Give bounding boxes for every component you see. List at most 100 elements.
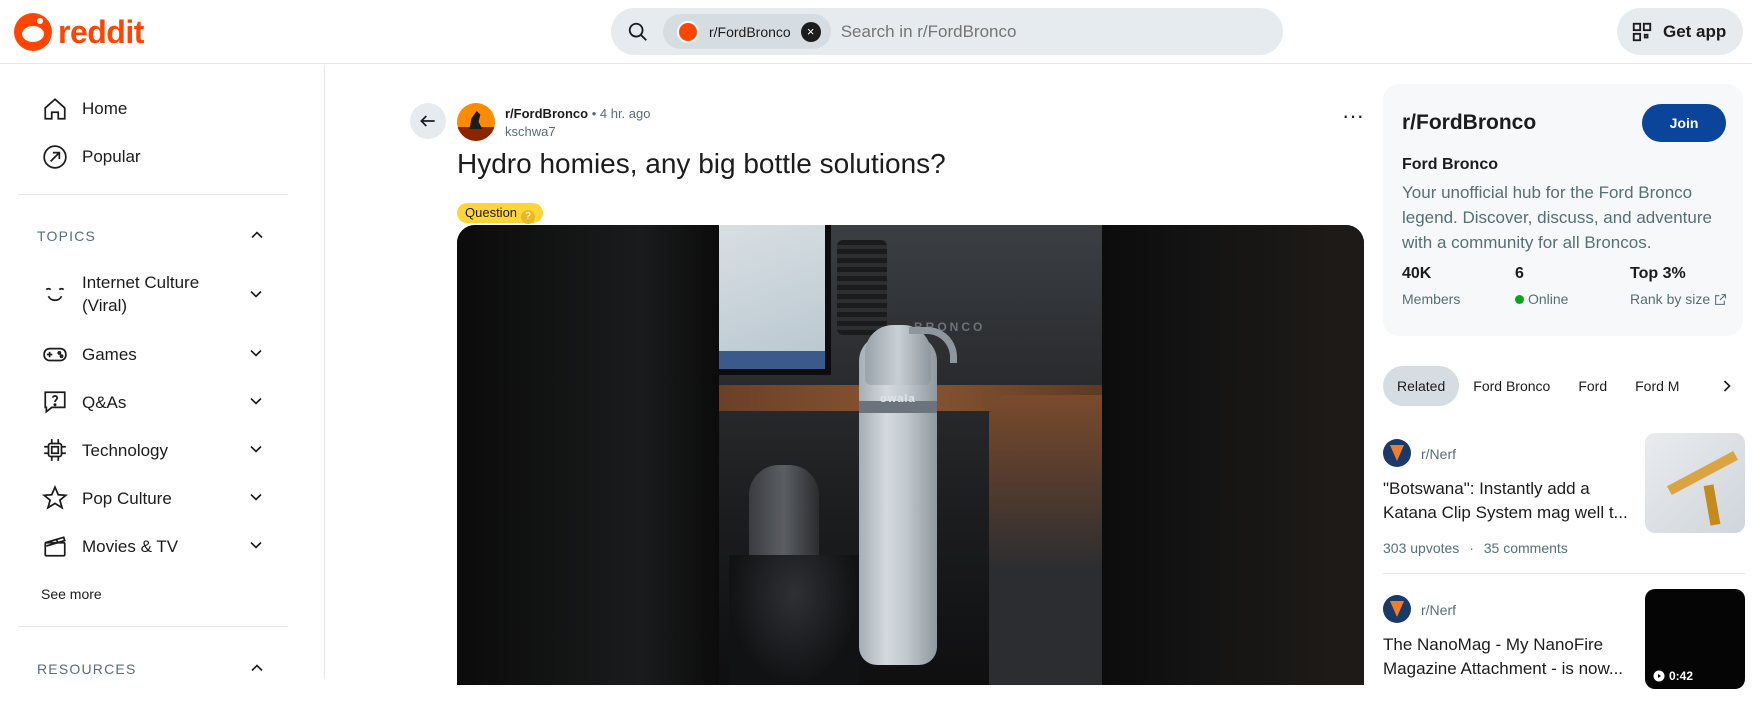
related-title-line2[interactable]: Magazine Attachment - is now...	[1383, 657, 1628, 681]
chevron-up-icon[interactable]	[247, 225, 267, 245]
search-community-chip[interactable]: r/FordBronco ×	[663, 14, 831, 49]
sidebar-divider	[18, 626, 288, 627]
post-time: 4 hr. ago	[599, 106, 651, 121]
image-blur-left	[457, 225, 719, 685]
post-main: r/FordBronco • 4 hr. ago kschwa7 ··· Hyd…	[326, 65, 1376, 685]
community-name[interactable]: r/FordBronco	[1402, 111, 1536, 135]
related-title-line2[interactable]: Katana Clip System mag well t...	[1383, 501, 1628, 525]
upvote-count: 303 upvotes	[1383, 540, 1460, 556]
online-dot-icon	[1515, 294, 1524, 304]
comment-count: 35 comments	[1483, 540, 1568, 556]
resources-heading: RESOURCES	[37, 661, 137, 677]
flair-label: Question	[465, 205, 518, 220]
tab-related[interactable]: Related	[1383, 366, 1460, 406]
reddit-logo[interactable]: reddit	[14, 13, 144, 51]
post-separator: •	[591, 106, 597, 121]
chevron-down-icon	[250, 290, 262, 298]
home-icon	[44, 98, 66, 120]
leather-seat	[989, 395, 1102, 685]
post-author-link[interactable]: kschwa7	[505, 124, 650, 139]
stats-separator: ·	[1469, 540, 1474, 556]
post-flair[interactable]: Question?	[457, 203, 544, 224]
tab-ford[interactable]: Ford	[1564, 366, 1621, 406]
stat-value: Top 3%	[1630, 265, 1686, 282]
stat-value: 40K	[1402, 265, 1432, 282]
topic-technology[interactable]: Technology	[18, 437, 288, 463]
top-header: reddit r/FordBronco × Get app	[0, 0, 1752, 64]
video-duration-badge: 0:42	[1653, 669, 1693, 683]
topic-internet-culture[interactable]: Internet Culture (Viral)	[18, 271, 288, 317]
sidebar-item-popular[interactable]: Popular	[18, 135, 288, 179]
join-button[interactable]: Join	[1642, 104, 1726, 142]
chevron-down-icon	[250, 349, 262, 357]
get-app-button[interactable]: Get app	[1617, 8, 1743, 55]
snoo-icon	[14, 13, 52, 51]
post-image[interactable]: BRONCO owala	[457, 225, 1364, 685]
related-subreddit[interactable]: r/Nerf	[1421, 602, 1456, 618]
topic-pop-culture[interactable]: Pop Culture	[18, 485, 288, 511]
tab-ford-more[interactable]: Ford M	[1621, 366, 1693, 406]
related-title-line1[interactable]: "Botswana": Instantly add a	[1383, 477, 1628, 501]
question-icon	[44, 391, 66, 414]
stat-members: 40K Members	[1402, 265, 1460, 307]
arrow-left-icon	[420, 115, 435, 127]
related-post[interactable]: r/Nerf "Botswana": Instantly add a Katan…	[1383, 433, 1752, 568]
air-vent	[837, 240, 887, 335]
card-divider	[1383, 573, 1745, 574]
community-avatar	[677, 20, 699, 43]
topic-movies-tv[interactable]: Movies & TV	[18, 533, 288, 559]
gamepad-icon	[43, 347, 67, 362]
get-app-label: Get app	[1663, 21, 1727, 41]
chip-close-icon[interactable]: ×	[800, 21, 821, 42]
related-subreddit[interactable]: r/Nerf	[1421, 446, 1456, 462]
chevron-down-icon	[250, 493, 262, 501]
related-stats: 303 upvotes · 35 comments	[1383, 540, 1568, 556]
stat-label: Members	[1402, 291, 1461, 307]
search-bar[interactable]: r/FordBronco ×	[611, 8, 1283, 55]
topic-label: Q&As	[82, 392, 127, 412]
related-post[interactable]: r/Nerf The NanoMag - My NanoFire Magazin…	[1383, 589, 1752, 724]
chevron-right-icon[interactable]	[1717, 376, 1737, 396]
chevron-down-icon	[250, 541, 262, 549]
topic-games[interactable]: Games	[18, 341, 288, 367]
stat-rank: Top 3% Rank by size	[1630, 265, 1727, 307]
external-link-icon[interactable]	[1714, 293, 1727, 306]
image-blur-right	[1102, 225, 1364, 685]
see-more-link[interactable]: See more	[41, 586, 102, 602]
related-thumbnail[interactable]	[1645, 433, 1745, 533]
stat-label: Online	[1528, 291, 1569, 307]
post-title: Hydro homies, any big bottle solutions?	[457, 148, 946, 179]
stat-value: 6	[1515, 265, 1524, 282]
star-icon	[42, 485, 68, 510]
related-video-thumbnail[interactable]: 0:42	[1645, 589, 1745, 689]
left-sidebar: Home Popular TOPICS Internet Culture (Vi…	[0, 65, 325, 679]
chevron-up-icon[interactable]	[247, 658, 267, 678]
subreddit-avatar	[1383, 439, 1411, 467]
play-icon	[1653, 670, 1665, 682]
infotainment-screen	[719, 225, 831, 375]
related-title-line1[interactable]: The NanoMag - My NanoFire	[1383, 633, 1628, 657]
topic-label: Pop Culture	[82, 488, 172, 508]
community-description: Your unofficial hub for the Ford Bronco …	[1402, 183, 1712, 252]
subreddit-avatar[interactable]	[457, 103, 495, 141]
logo-text: reddit	[58, 13, 144, 50]
more-options-icon[interactable]: ···	[1340, 105, 1366, 135]
stat-online: 6 Online	[1515, 265, 1568, 307]
topic-qas[interactable]: Q&As	[18, 389, 288, 415]
flair-emoji: ?	[521, 210, 536, 224]
post-subreddit-link[interactable]: r/FordBronco	[505, 106, 588, 121]
sidebar-item-home[interactable]: Home	[18, 87, 288, 131]
chip-icon	[44, 439, 66, 461]
clapper-icon	[44, 536, 66, 557]
sidebar-divider	[18, 194, 288, 195]
bottle-brand: owala	[880, 393, 916, 405]
tab-ford-bronco[interactable]: Ford Bronco	[1459, 366, 1564, 406]
shifter-boot	[729, 555, 859, 685]
back-button[interactable]	[410, 103, 446, 139]
search-icon	[628, 22, 647, 41]
sidebar-item-label: Popular	[82, 147, 141, 166]
community-title: Ford Bronco	[1402, 156, 1498, 173]
post-meta: r/FordBronco • 4 hr. ago kschwa7	[505, 106, 650, 139]
search-input[interactable]	[840, 21, 1221, 42]
topic-label: Games	[82, 344, 137, 364]
